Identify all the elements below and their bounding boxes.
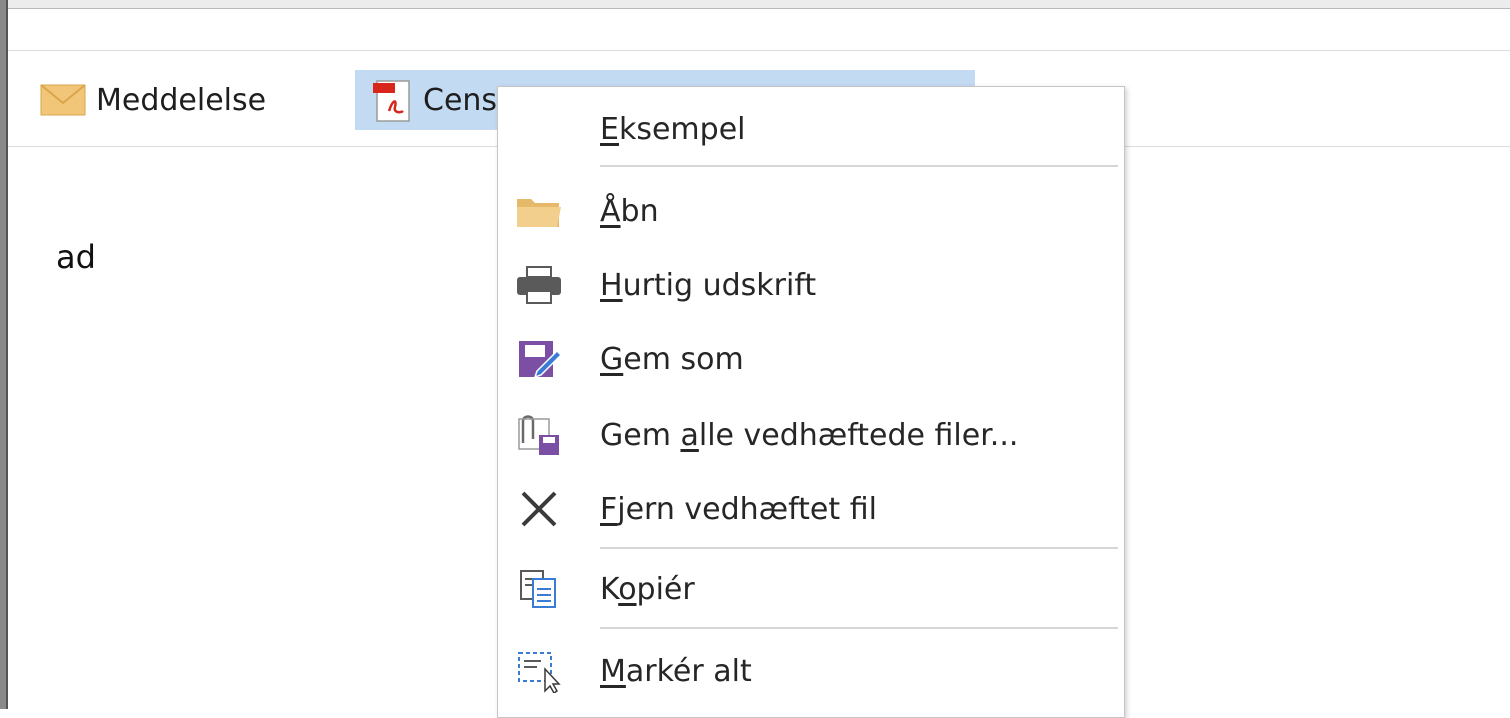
menu-item-save-all-attachments[interactable]: Gem alle vedhæftede filer...: [498, 403, 1124, 467]
folder-icon: [512, 187, 566, 235]
copy-icon: [512, 565, 566, 613]
menu-item-label: Gem som: [600, 341, 744, 377]
menu-item-label: Fjern vedhæftet fil: [600, 491, 877, 527]
pdf-file-icon: [373, 80, 410, 122]
menu-item-label: Åbn: [600, 193, 659, 229]
envelope-icon: [40, 84, 86, 116]
menu-item-label: Hurtig udskrift: [600, 267, 817, 303]
menu-item-remove-attachment[interactable]: Fjern vedhæftet fil: [498, 477, 1124, 541]
menu-item-copy[interactable]: Kopiér: [498, 557, 1124, 621]
pdf-attachment-label: Cens: [423, 82, 498, 118]
menu-item-preview[interactable]: Eksempel: [498, 97, 1124, 161]
save-as-icon: [512, 335, 566, 383]
printer-icon: [512, 261, 566, 309]
menu-item-open[interactable]: Åbn: [498, 179, 1124, 243]
menu-item-label: Kopiér: [600, 571, 695, 607]
message-attachment-tab[interactable]: Meddelelse: [40, 70, 266, 130]
menu-item-select-all[interactable]: Markér alt: [498, 639, 1124, 703]
menu-separator: [600, 547, 1118, 549]
menu-separator: [600, 165, 1118, 167]
menu-item-label: Gem alle vedhæftede filer...: [600, 417, 1019, 453]
menu-item-label: Eksempel: [600, 111, 746, 147]
menu-item-save-as[interactable]: Gem som: [498, 327, 1124, 391]
save-all-attachments-icon: [512, 411, 566, 459]
attachment-context-menu: Eksempel Åbn Hurtig udskrift Gem som Gem…: [497, 86, 1125, 718]
header-divider: [8, 50, 1510, 51]
menu-item-quick-print[interactable]: Hurtig udskrift: [498, 253, 1124, 317]
remove-icon: [512, 485, 566, 533]
message-attachment-label: Meddelelse: [96, 82, 267, 118]
message-body-text: ad: [56, 238, 96, 276]
select-all-icon: [512, 647, 566, 695]
menu-item-label: Markér alt: [600, 653, 752, 689]
menu-separator: [600, 627, 1118, 629]
window-frame-top: [8, 0, 1510, 9]
window-frame-left: [0, 0, 8, 709]
